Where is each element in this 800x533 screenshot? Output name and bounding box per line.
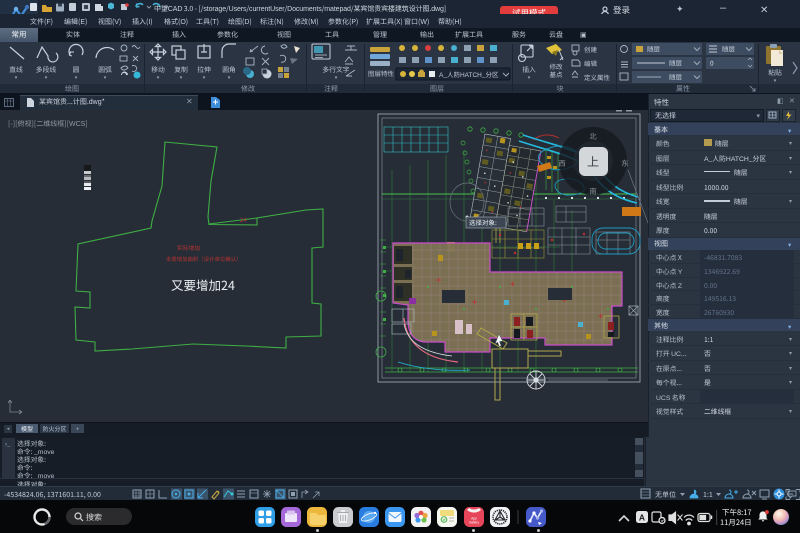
svg-text:▾: ▾	[104, 74, 107, 81]
svg-text:块: 块	[557, 84, 564, 94]
svg-text:插入: 插入	[522, 64, 536, 74]
svg-text:多行文字: 多行文字	[322, 64, 349, 74]
svg-text:移动: 移动	[151, 64, 165, 74]
svg-text:多段线: 多段线	[36, 64, 57, 74]
svg-text:图层: 图层	[430, 84, 444, 94]
svg-text:▾: ▾	[203, 74, 206, 81]
svg-text:定义属性: 定义属性	[584, 72, 611, 82]
svg-text:Gallery: Gallery	[469, 520, 480, 525]
svg-text:▾: ▾	[180, 74, 183, 81]
svg-text:选择对象:: 选择对象:	[469, 217, 497, 227]
svg-text:修改: 修改	[241, 84, 255, 94]
svg-text:圆弧: 圆弧	[98, 64, 112, 74]
svg-text:西: 西	[558, 159, 566, 168]
svg-text:0: 0	[710, 58, 714, 68]
svg-text:▾: ▾	[75, 74, 78, 81]
svg-text:编辑: 编辑	[584, 58, 598, 68]
svg-text:又要增加24: 又要增加24	[171, 275, 235, 294]
svg-text:A_人防HATCH_分区: A_人防HATCH_分区	[439, 69, 499, 79]
svg-text:注释: 注释	[324, 84, 338, 94]
svg-text:▾: ▾	[157, 74, 160, 81]
svg-text:北: 北	[589, 132, 597, 141]
svg-text:图层特性: 图层特性	[368, 68, 395, 78]
svg-text:随层: 随层	[669, 72, 683, 82]
svg-text:圆: 圆	[73, 64, 80, 74]
svg-text:圆角: 圆角	[222, 64, 236, 74]
svg-text:▾: ▾	[335, 74, 338, 81]
svg-text:无单位: 无单位	[655, 490, 676, 500]
svg-text:随层: 随层	[722, 44, 736, 54]
svg-text:绘图: 绘图	[65, 84, 79, 94]
svg-text:随层: 随层	[647, 44, 661, 54]
svg-text:▾: ▾	[45, 74, 48, 81]
svg-text:复制: 复制	[174, 64, 188, 74]
svg-text:本层增加面积（设计单位确认）: 本层增加面积（设计单位确认）	[166, 255, 241, 263]
svg-text:A: A	[639, 512, 645, 524]
svg-text:粘贴: 粘贴	[768, 67, 782, 77]
svg-text:▾: ▾	[15, 74, 18, 81]
svg-text:直线: 直线	[9, 64, 23, 74]
svg-text:▾: ▾	[528, 74, 531, 81]
svg-text:随层: 随层	[669, 58, 683, 68]
svg-text:南: 南	[589, 187, 597, 196]
svg-text:[-][俯视][二维线框][WCS]: [-][俯视][二维线框][WCS]	[8, 119, 88, 129]
svg-text:▾: ▾	[228, 74, 231, 81]
svg-text:东: 东	[621, 159, 629, 168]
svg-text:创建: 创建	[584, 44, 598, 54]
svg-text:实际增加: 实际增加	[177, 243, 200, 252]
svg-text:拉伸: 拉伸	[197, 64, 211, 74]
svg-text:▾: ▾	[774, 77, 777, 84]
svg-text:1:1: 1:1	[703, 490, 713, 500]
svg-text:上: 上	[587, 153, 599, 170]
svg-text:24: 24	[240, 215, 247, 224]
svg-text:属性: 属性	[676, 84, 690, 94]
svg-text:基点: 基点	[550, 69, 564, 79]
